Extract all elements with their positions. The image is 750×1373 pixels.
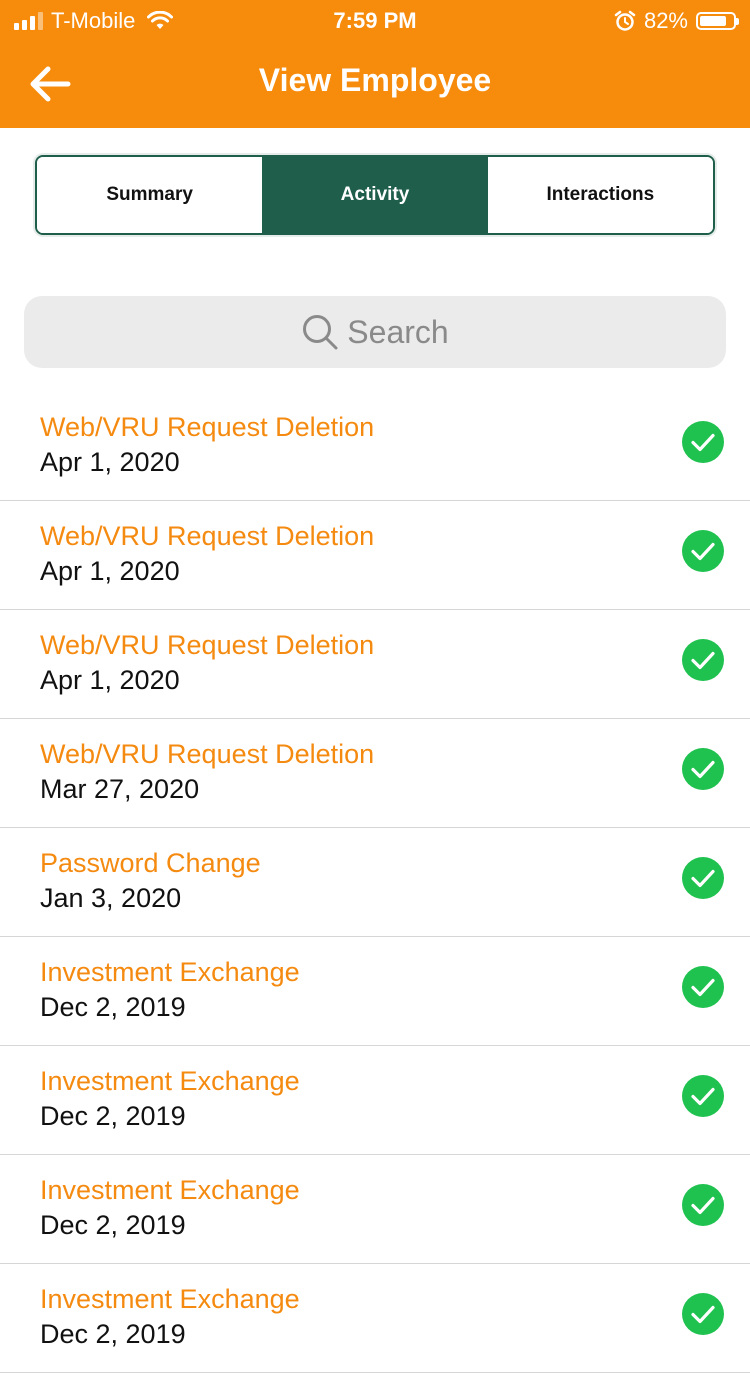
check-circle-icon: [682, 421, 724, 463]
list-item[interactable]: Investment Exchange Dec 2, 2019: [0, 937, 750, 1046]
app-header: T-Mobile 7:59 PM 82% View Employee: [0, 0, 750, 128]
activity-date: Apr 1, 2020: [40, 447, 180, 477]
check-circle-icon: [682, 639, 724, 681]
list-item[interactable]: Web/VRU Request Deletion Apr 1, 2020: [0, 610, 750, 719]
activity-date: Dec 2, 2019: [40, 1319, 186, 1349]
battery-icon: [696, 12, 739, 30]
list-item[interactable]: Investment Exchange Dec 2, 2019: [0, 1264, 750, 1373]
activity-list: Web/VRU Request Deletion Apr 1, 2020 Web/V…: [0, 392, 750, 1373]
battery-percent: 82%: [643, 8, 688, 33]
activity-title: Web/VRU Request Deletion: [40, 739, 375, 769]
search-icon: [303, 315, 338, 350]
tab-summary[interactable]: Summary: [37, 157, 263, 233]
check-circle-icon: [682, 748, 724, 790]
list-item[interactable]: Web/VRU Request Deletion Mar 27, 2020: [0, 719, 750, 828]
check-circle-icon: [682, 1075, 724, 1117]
list-item[interactable]: Web/VRU Request Deletion Apr 1, 2020: [0, 501, 750, 610]
activity-title: Web/VRU Request Deletion: [40, 412, 375, 442]
battery-level: [700, 16, 727, 26]
list-item[interactable]: Password Change Jan 3, 2020: [0, 828, 750, 937]
page-title: View Employee: [258, 62, 492, 98]
activity-title: Web/VRU Request Deletion: [40, 521, 375, 551]
check-circle-icon: [682, 966, 724, 1008]
alarm-clock-icon: [614, 10, 636, 31]
check-circle-icon: [682, 1184, 724, 1226]
check-circle-icon: [682, 1293, 724, 1335]
activity-title: Investment Exchange: [40, 1175, 300, 1205]
activity-date: Jan 3, 2020: [40, 883, 182, 913]
status-right: 82%: [614, 8, 739, 34]
activity-title: Investment Exchange: [40, 1284, 300, 1314]
segmented-tabs: Summary Activity Interactions: [35, 155, 715, 235]
search-placeholder: Search: [347, 313, 449, 350]
check-circle-icon: [682, 530, 724, 572]
search-bar[interactable]: Search: [24, 296, 726, 368]
list-item[interactable]: Investment Exchange Dec 2, 2019: [0, 1046, 750, 1155]
activity-date: Apr 1, 2020: [40, 665, 180, 695]
activity-date: Dec 2, 2019: [40, 992, 186, 1022]
activity-title: Password Change: [40, 848, 261, 878]
list-item[interactable]: Investment Exchange Dec 2, 2019: [0, 1155, 750, 1264]
activity-date: Apr 1, 2020: [40, 556, 180, 586]
activity-title: Investment Exchange: [40, 1066, 300, 1096]
activity-date: Mar 27, 2020: [40, 774, 200, 804]
status-bar: T-Mobile 7:59 PM 82%: [0, 0, 750, 40]
tab-interactions[interactable]: Interactions: [487, 157, 713, 233]
check-circle-icon: [682, 857, 724, 899]
activity-date: Dec 2, 2019: [40, 1101, 186, 1131]
list-item[interactable]: Web/VRU Request Deletion Apr 1, 2020: [0, 392, 750, 501]
activity-title: Investment Exchange: [40, 957, 300, 987]
activity-date: Dec 2, 2019: [40, 1210, 186, 1240]
activity-title: Web/VRU Request Deletion: [40, 630, 375, 660]
tab-activity[interactable]: Activity: [262, 157, 488, 233]
